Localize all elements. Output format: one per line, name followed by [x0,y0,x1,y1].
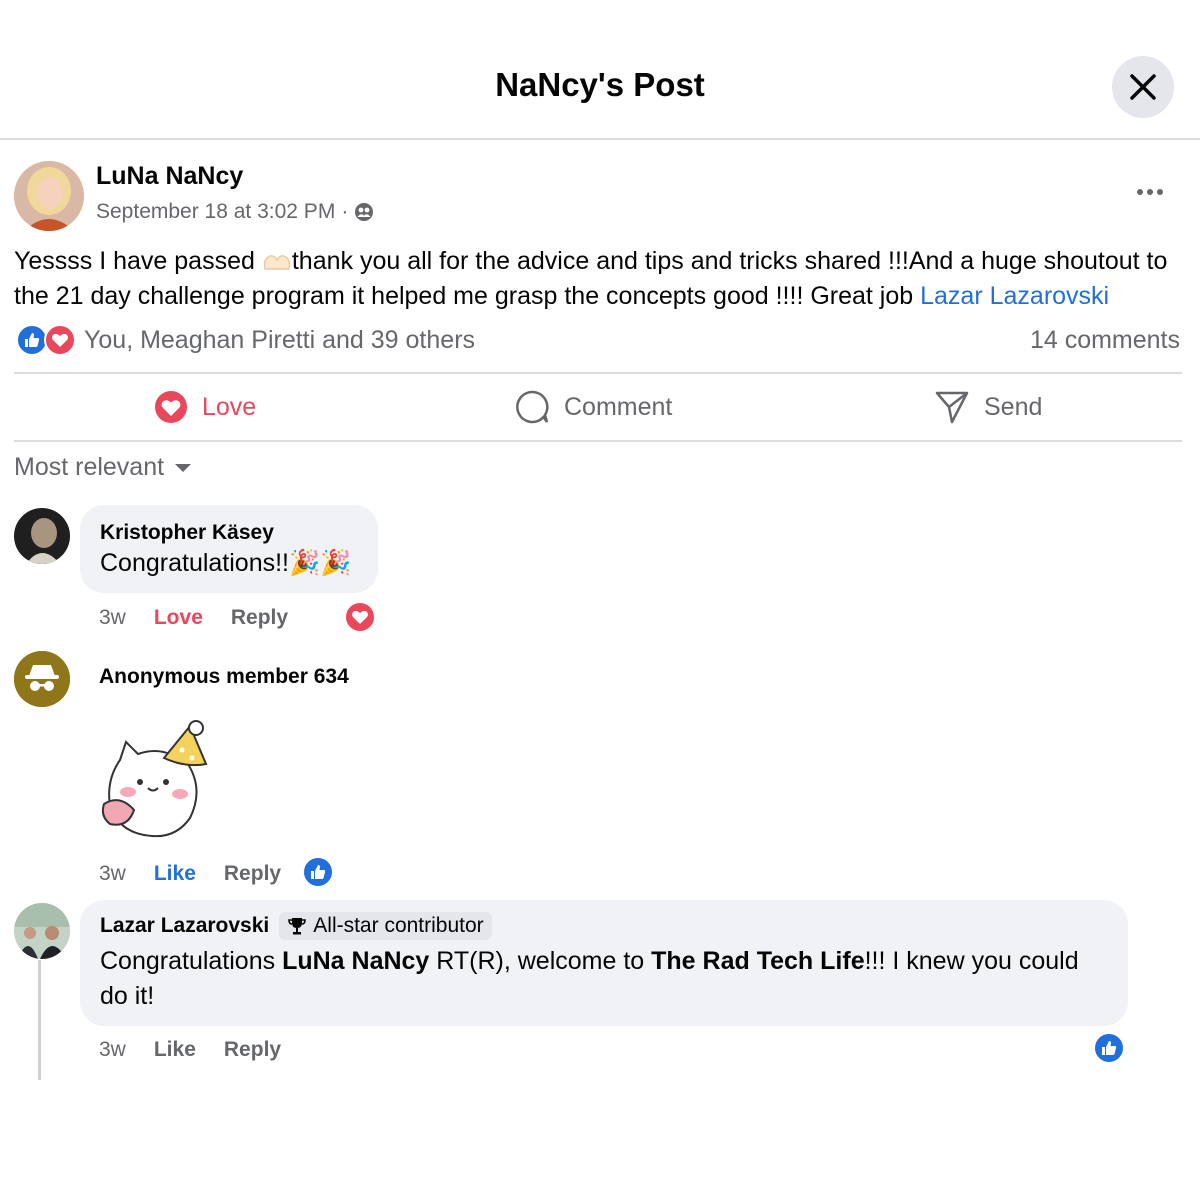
commenter-avatar[interactable] [14,903,70,959]
send-button-label: Send [984,392,1043,421]
mention-link[interactable]: Lazar Lazarovski [920,282,1109,310]
comment-sort-dropdown[interactable]: Most relevant [14,453,192,482]
comment-text-part2: RT(R), welcome to [429,947,652,975]
more-dot-icon [1157,189,1163,195]
mention-luna[interactable]: LuNa NaNcy [282,947,429,975]
post-action-bar: Love Comment Send [14,372,1182,442]
party-cat-sticker[interactable] [100,720,212,850]
reactions-text[interactable]: You, Meaghan Piretti and 39 others [84,326,475,355]
post-dialog-header: NaNcy's Post [0,0,1200,140]
close-icon [1130,74,1156,100]
like-reaction-icon[interactable] [1093,1032,1125,1064]
commenter-name[interactable]: Kristopher Käsey [100,521,274,545]
comments-count[interactable]: 14 comments [1030,326,1180,355]
meta-separator: · [341,200,349,223]
comment-bubble: Lazar Lazarovski All-star contributor Co… [80,900,1128,1026]
reply-button[interactable]: Reply [224,862,281,886]
reply-button[interactable]: Reply [231,606,288,630]
like-comment-button[interactable]: Like [154,862,196,886]
send-button[interactable]: Send [934,374,1042,440]
comment-bubble: Kristopher Käsey Congratulations!!🎉🎉 [80,505,378,593]
sort-label: Most relevant [14,453,165,481]
post-body: Yessss I have passed thank you all for t… [14,244,1189,314]
comment-header: Lazar Lazarovski All-star contributor [100,912,492,940]
comment-text: Congratulations LuNa NaNcy RT(R), welcom… [100,944,1100,1014]
mention-group[interactable]: The Rad Tech Life [651,947,864,975]
thread-line [38,960,41,1080]
comment-button-label: Comment [564,392,673,421]
more-dot-icon [1147,189,1153,195]
like-reaction-icon[interactable] [302,856,334,888]
comment-text-part1: Congratulations [100,947,283,975]
author-name[interactable]: LuNa NaNcy [96,162,243,191]
commenter-avatar[interactable] [14,508,70,564]
like-comment-button[interactable]: Like [154,1038,196,1062]
badge-label: All-star contributor [313,914,484,937]
post-text-part1: Yessss I have passed [14,247,262,275]
love-icon [155,391,187,423]
dialog-title: NaNcy's Post [495,66,705,103]
commenter-name[interactable]: Anonymous member 634 [99,665,349,689]
love-reaction-icon[interactable] [344,601,376,633]
caret-down-icon [175,463,192,472]
love-comment-button[interactable]: Love [154,606,203,630]
heart-hands-emoji [263,255,290,270]
comment-icon [516,390,549,424]
close-button[interactable] [1112,56,1174,118]
reply-button[interactable]: Reply [224,1038,281,1062]
post-meta: September 18 at 3:02 PM · [96,200,374,224]
love-button-label: Love [202,392,257,421]
reactions-summary[interactable]: You, Meaghan Piretti and 39 others [16,324,475,356]
love-button[interactable]: Love [154,374,256,440]
comment-time[interactable]: 3w [99,1038,126,1062]
commenter-name[interactable]: Lazar Lazarovski [100,914,269,938]
more-dot-icon [1137,189,1143,195]
send-icon [935,391,969,424]
comment-button[interactable]: Comment [514,374,672,440]
comment-time[interactable]: 3w [99,862,126,886]
comment-actions: 3w Like Reply [99,1038,281,1062]
contributor-badge[interactable]: All-star contributor [279,912,492,940]
love-reaction-icon [44,324,76,356]
comment-actions: 3w Like Reply [99,862,281,886]
anonymous-avatar[interactable] [14,651,70,707]
author-avatar[interactable] [14,161,84,231]
comment-actions: 3w Love Reply [99,606,288,630]
comment-text: Congratulations!!🎉🎉 [100,549,352,577]
post-options-button[interactable] [1128,176,1172,208]
group-icon [355,203,374,221]
post-timestamp[interactable]: September 18 at 3:02 PM [96,200,335,224]
incognito-icon [14,651,70,707]
comment-time[interactable]: 3w [99,606,126,630]
trophy-icon [288,918,307,935]
